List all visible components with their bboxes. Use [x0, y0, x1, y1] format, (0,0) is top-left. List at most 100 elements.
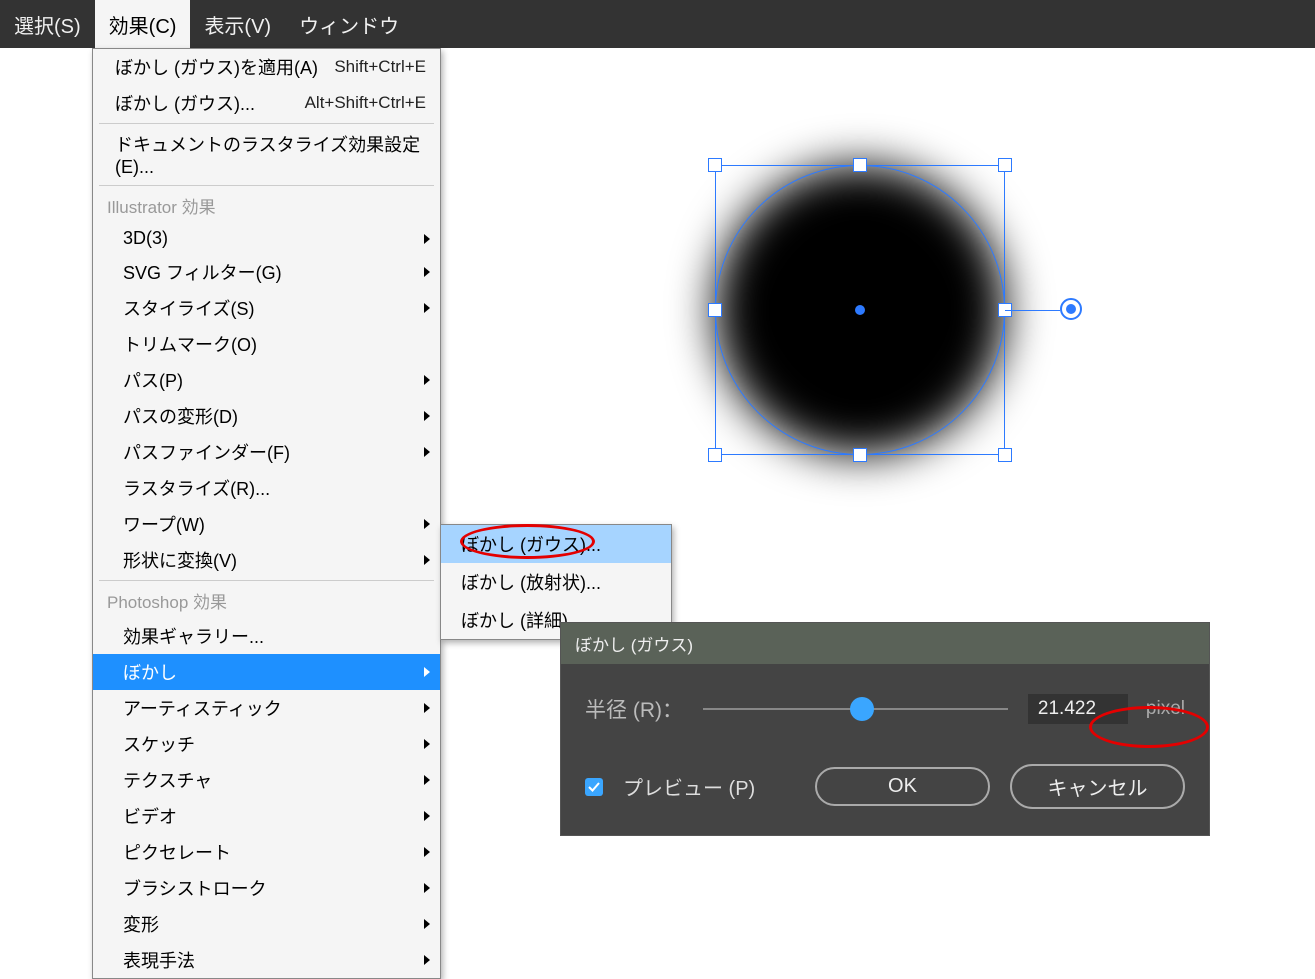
menubar: 選択(S) 効果(C) 表示(V) ウィンドウ [0, 0, 1315, 48]
radius-label: 半径 (R)： [585, 694, 683, 724]
menu-effect-gallery[interactable]: 効果ギャラリー... [93, 618, 440, 654]
gaussian-blur-dialog: ぼかし (ガウス) 半径 (R)： 21.422 pixel プレビュー (P)… [560, 622, 1210, 836]
menu-doc-raster[interactable]: ドキュメントのラスタライズ効果設定(E)... [93, 126, 440, 183]
submenu-arrow-icon [424, 447, 430, 457]
slider-thumb[interactable] [850, 697, 874, 721]
submenu-arrow-icon [424, 811, 430, 821]
menu-video[interactable]: ビデオ [93, 798, 440, 834]
rotation-line [1005, 310, 1060, 311]
cancel-button[interactable]: キャンセル [1010, 764, 1185, 809]
preview-checkbox[interactable] [585, 778, 603, 796]
menu-doc-raster-label: ドキュメントのラスタライズ効果設定(E)... [115, 131, 426, 178]
menu-apply-last-shortcut: Shift+Ctrl+E [334, 57, 426, 77]
menu-expression[interactable]: 表現手法 [93, 942, 440, 978]
menu-stylize-label: スタイライズ(S) [123, 295, 426, 321]
menu-warp[interactable]: ワープ(W) [93, 506, 440, 542]
submenu-arrow-icon [424, 703, 430, 713]
menu-artistic[interactable]: アーティスティック [93, 690, 440, 726]
menu-svg-filter-label: SVG フィルター(G) [123, 259, 426, 285]
menu-pathfinder-label: パスファインダー(F) [123, 439, 426, 465]
center-point-icon [855, 305, 865, 315]
handle-tm[interactable] [853, 158, 867, 172]
menu-select[interactable]: 選択(S) [0, 0, 95, 49]
menu-view[interactable]: 表示(V) [190, 0, 285, 49]
menu-3d[interactable]: 3D(3) [93, 223, 440, 254]
radius-slider[interactable] [703, 695, 1008, 723]
menu-artistic-label: アーティスティック [123, 695, 426, 721]
handle-br[interactable] [998, 448, 1012, 462]
submenu-arrow-icon [424, 919, 430, 929]
menu-path-label: パス(P) [123, 367, 426, 393]
menu-video-label: ビデオ [123, 803, 426, 829]
rotation-handle[interactable] [1060, 298, 1082, 320]
menu-rasterize-label: ラスタライズ(R)... [123, 475, 426, 501]
menu-last-label: ぼかし (ガウス)... [115, 90, 305, 116]
menu-trim-label: トリムマーク(O) [123, 331, 426, 357]
dialog-body: 半径 (R)： 21.422 pixel プレビュー (P) OK キャンセル [561, 664, 1209, 835]
menu-effect[interactable]: 効果(C) [95, 0, 191, 49]
menu-distort[interactable]: 変形 [93, 906, 440, 942]
submenu-radial-blur[interactable]: ぼかし (放射状)... [441, 563, 671, 601]
dialog-title: ぼかし (ガウス) [561, 623, 1209, 664]
menu-blur[interactable]: ぼかし [93, 654, 440, 690]
handle-tr[interactable] [998, 158, 1012, 172]
submenu-arrow-icon [424, 234, 430, 244]
menu-distort-label: 変形 [123, 911, 426, 937]
menu-pixelate-label: ピクセレート [123, 839, 426, 865]
dialog-buttons-row: プレビュー (P) OK キャンセル [585, 764, 1185, 809]
menu-warp-label: ワープ(W) [123, 511, 426, 537]
handle-bl[interactable] [708, 448, 722, 462]
menu-last-shortcut: Alt+Shift+Ctrl+E [305, 93, 426, 113]
menu-3d-label: 3D(3) [123, 228, 426, 249]
menu-last[interactable]: ぼかし (ガウス)... Alt+Shift+Ctrl+E [93, 85, 440, 121]
menu-convert-shape[interactable]: 形状に変換(V) [93, 542, 440, 578]
submenu-gaussian-blur[interactable]: ぼかし (ガウス)... [441, 525, 671, 563]
menu-trim[interactable]: トリムマーク(O) [93, 326, 440, 362]
menu-path-deform-label: パスの変形(D) [123, 403, 426, 429]
separator [99, 185, 434, 186]
separator [99, 123, 434, 124]
menu-texture[interactable]: テクスチャ [93, 762, 440, 798]
menu-blur-label: ぼかし [123, 659, 426, 685]
menu-brush[interactable]: ブラシストローク [93, 870, 440, 906]
submenu-arrow-icon [424, 775, 430, 785]
submenu-arrow-icon [424, 375, 430, 385]
menu-expression-label: 表現手法 [123, 947, 426, 973]
submenu-arrow-icon [424, 303, 430, 313]
submenu-arrow-icon [424, 955, 430, 965]
menu-svg-filter[interactable]: SVG フィルター(G) [93, 254, 440, 290]
menu-sketch[interactable]: スケッチ [93, 726, 440, 762]
radius-row: 半径 (R)： 21.422 pixel [585, 694, 1185, 724]
illustrator-header: Illustrator 効果 [93, 188, 440, 223]
handle-tl[interactable] [708, 158, 722, 172]
menu-pathfinder[interactable]: パスファインダー(F) [93, 434, 440, 470]
menu-path-deform[interactable]: パスの変形(D) [93, 398, 440, 434]
menu-apply-last-label: ぼかし (ガウス)を適用(A) [115, 54, 334, 80]
effect-dropdown: ぼかし (ガウス)を適用(A) Shift+Ctrl+E ぼかし (ガウス)..… [92, 48, 441, 979]
menu-texture-label: テクスチャ [123, 767, 426, 793]
menu-window[interactable]: ウィンドウ [285, 0, 413, 49]
ok-button[interactable]: OK [815, 767, 990, 806]
photoshop-header: Photoshop 効果 [93, 583, 440, 618]
radius-unit-label: pixel [1146, 698, 1185, 720]
submenu-arrow-icon [424, 267, 430, 277]
handle-bm[interactable] [853, 448, 867, 462]
menu-path[interactable]: パス(P) [93, 362, 440, 398]
menu-effect-gallery-label: 効果ギャラリー... [123, 623, 426, 649]
submenu-arrow-icon [424, 739, 430, 749]
submenu-arrow-icon [424, 847, 430, 857]
canvas-selection[interactable] [715, 165, 1005, 455]
submenu-arrow-icon [424, 883, 430, 893]
menu-pixelate[interactable]: ピクセレート [93, 834, 440, 870]
separator [99, 580, 434, 581]
preview-label: プレビュー (P) [623, 772, 795, 801]
menu-rasterize[interactable]: ラスタライズ(R)... [93, 470, 440, 506]
submenu-arrow-icon [424, 519, 430, 529]
menu-apply-last[interactable]: ぼかし (ガウス)を適用(A) Shift+Ctrl+E [93, 49, 440, 85]
handle-ml[interactable] [708, 303, 722, 317]
menu-stylize[interactable]: スタイライズ(S) [93, 290, 440, 326]
check-icon [588, 781, 600, 793]
radius-value-field[interactable]: 21.422 [1028, 694, 1128, 724]
submenu-arrow-icon [424, 667, 430, 677]
menu-sketch-label: スケッチ [123, 731, 426, 757]
